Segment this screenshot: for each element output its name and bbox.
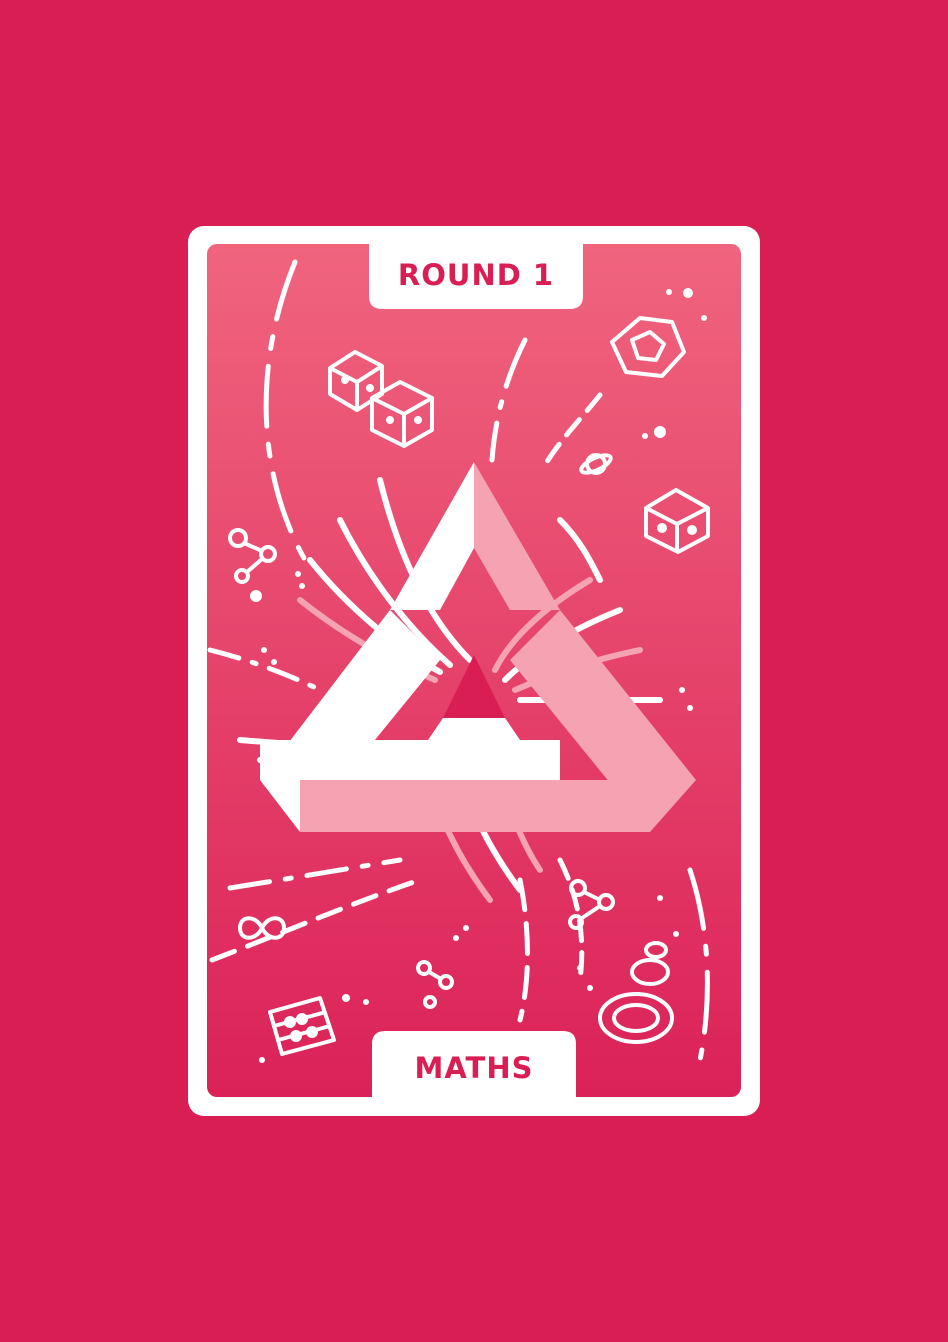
round-label: ROUND 1 — [397, 258, 555, 292]
round-card — [188, 226, 760, 1116]
category-label: MATHS — [414, 1051, 534, 1085]
poster: ROUND 1 MATHS — [0, 0, 948, 1342]
